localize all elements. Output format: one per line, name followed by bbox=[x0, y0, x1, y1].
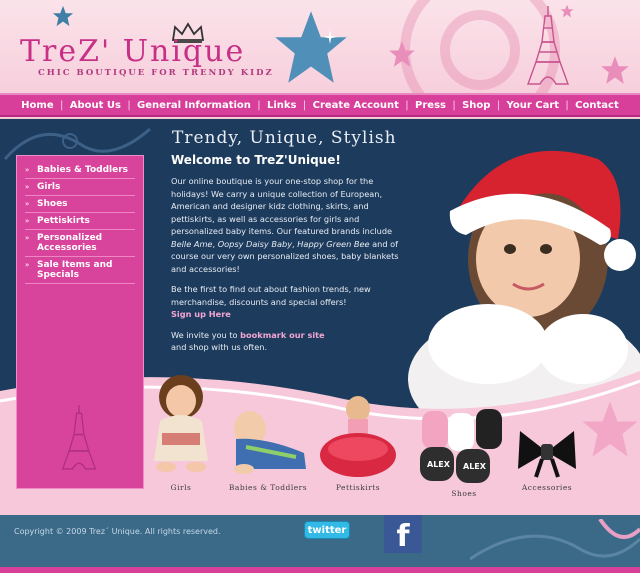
sidebar-item-pettiskirts[interactable]: » Pettiskirts bbox=[25, 213, 135, 230]
sparkle-icon bbox=[323, 30, 337, 44]
girls-product-image bbox=[154, 375, 208, 472]
nav-home[interactable]: Home bbox=[21, 100, 53, 111]
double-arrow-icon: » bbox=[25, 261, 30, 269]
nav-separator: | bbox=[302, 99, 307, 111]
nav-separator: | bbox=[452, 99, 456, 111]
main-nav: Home | About Us | General Information | Lin… bbox=[0, 93, 640, 117]
product-shoes[interactable]: ALEX ALEX Shoes bbox=[418, 409, 510, 498]
nav-separator: | bbox=[496, 99, 501, 111]
nav-create-account[interactable]: Create Account bbox=[313, 100, 399, 111]
nav-separator: | bbox=[405, 99, 409, 111]
nav-about-us[interactable]: About Us bbox=[70, 100, 121, 111]
shoe-name-a: ALEX bbox=[427, 460, 451, 469]
nav-press[interactable]: Press bbox=[415, 100, 446, 111]
signup-paragraph: Be the first to find out about fashion t… bbox=[171, 284, 371, 319]
double-arrow-icon: » bbox=[25, 234, 30, 242]
nav-contact[interactable]: Contact bbox=[575, 100, 619, 111]
copyright-text: Copyright © 2009 Trez´ Unique. All right… bbox=[14, 527, 221, 536]
nav-separator: | bbox=[565, 99, 569, 111]
double-arrow-icon: » bbox=[25, 183, 30, 191]
product-girls[interactable]: Girls bbox=[148, 371, 214, 492]
brand-oopsy-daisy: Oopsy Daisy Baby bbox=[217, 238, 293, 249]
swirl-decoration bbox=[440, 10, 520, 90]
intro-text: Our online boutique is your one-stop sho… bbox=[171, 175, 403, 362]
star-icon bbox=[389, 41, 415, 67]
eiffel-tower-icon bbox=[527, 6, 569, 85]
product-accessories[interactable]: Accessories bbox=[516, 425, 578, 492]
double-arrow-icon: » bbox=[25, 166, 30, 174]
baby-product-image bbox=[234, 411, 306, 474]
nav-links[interactable]: Links bbox=[267, 100, 297, 111]
welcome-title: Welcome to TreZ'Unique! bbox=[171, 153, 341, 167]
site-logo[interactable]: TreZ' Unique bbox=[20, 34, 245, 69]
star-icon bbox=[52, 5, 74, 27]
site-footer: Copyright © 2009 Trez´ Unique. All right… bbox=[0, 515, 640, 567]
bow-product-image bbox=[518, 431, 576, 478]
product-pettiskirts[interactable]: Pettiskirts bbox=[318, 393, 398, 492]
bottom-strip bbox=[0, 567, 640, 573]
sidebar-item-sale-items[interactable]: » Sale Items and Specials bbox=[25, 257, 135, 284]
shoe-name-b: ALEX bbox=[463, 462, 487, 471]
shoes-product-image: ALEX ALEX bbox=[420, 409, 502, 483]
nav-separator: | bbox=[127, 99, 131, 111]
pettiskirt-product-image bbox=[320, 396, 396, 477]
intro-paragraph: Our online boutique is your one-stop sho… bbox=[171, 176, 399, 274]
page-heading: Trendy, Unique, Stylish bbox=[172, 128, 397, 148]
product-babies-toddlers[interactable]: Babies & Toddlers bbox=[226, 407, 310, 492]
site-tagline: CHIC BOUTIQUE FOR TRENDY KIDZ bbox=[38, 68, 274, 78]
double-arrow-icon: » bbox=[25, 217, 30, 225]
twitter-button[interactable]: twitter bbox=[304, 521, 350, 539]
sidebar-item-shoes[interactable]: » Shoes bbox=[25, 196, 135, 213]
nav-general-information[interactable]: General Information bbox=[137, 100, 251, 111]
sidebar-item-girls[interactable]: » Girls bbox=[25, 179, 135, 196]
nav-separator: | bbox=[59, 99, 64, 111]
sidebar-item-babies-toddlers[interactable]: » Babies & Toddlers bbox=[25, 162, 135, 179]
nav-shop[interactable]: Shop bbox=[462, 100, 490, 111]
signup-link[interactable]: Sign up Here bbox=[171, 309, 231, 319]
site-header: TreZ' Unique CHIC BOUTIQUE FOR TRENDY KI… bbox=[0, 0, 640, 93]
star-icon bbox=[582, 401, 638, 457]
flourish-decoration bbox=[470, 519, 640, 561]
big-star-icon bbox=[275, 11, 347, 83]
nav-your-cart[interactable]: Your Cart bbox=[507, 100, 560, 111]
brand-happy-green-bee: Happy Green Bee bbox=[297, 238, 370, 249]
star-icon bbox=[601, 56, 629, 84]
main-content: » Babies & Toddlers » Girls » Shoes » Pettis… bbox=[0, 119, 640, 515]
nav-separator: | bbox=[257, 99, 261, 111]
sidebar-item-personalized-accessories[interactable]: » Personalized Accessories bbox=[25, 230, 135, 257]
facebook-button[interactable]: f bbox=[384, 515, 422, 554]
double-arrow-icon: » bbox=[25, 200, 30, 208]
bookmark-link[interactable]: bookmark our site bbox=[240, 330, 324, 340]
bookmark-paragraph: We invite you to bookmark our site and sh… bbox=[171, 329, 325, 353]
brand-belle-ame: Belle Ame bbox=[171, 238, 213, 249]
star-icon bbox=[60, 419, 90, 449]
